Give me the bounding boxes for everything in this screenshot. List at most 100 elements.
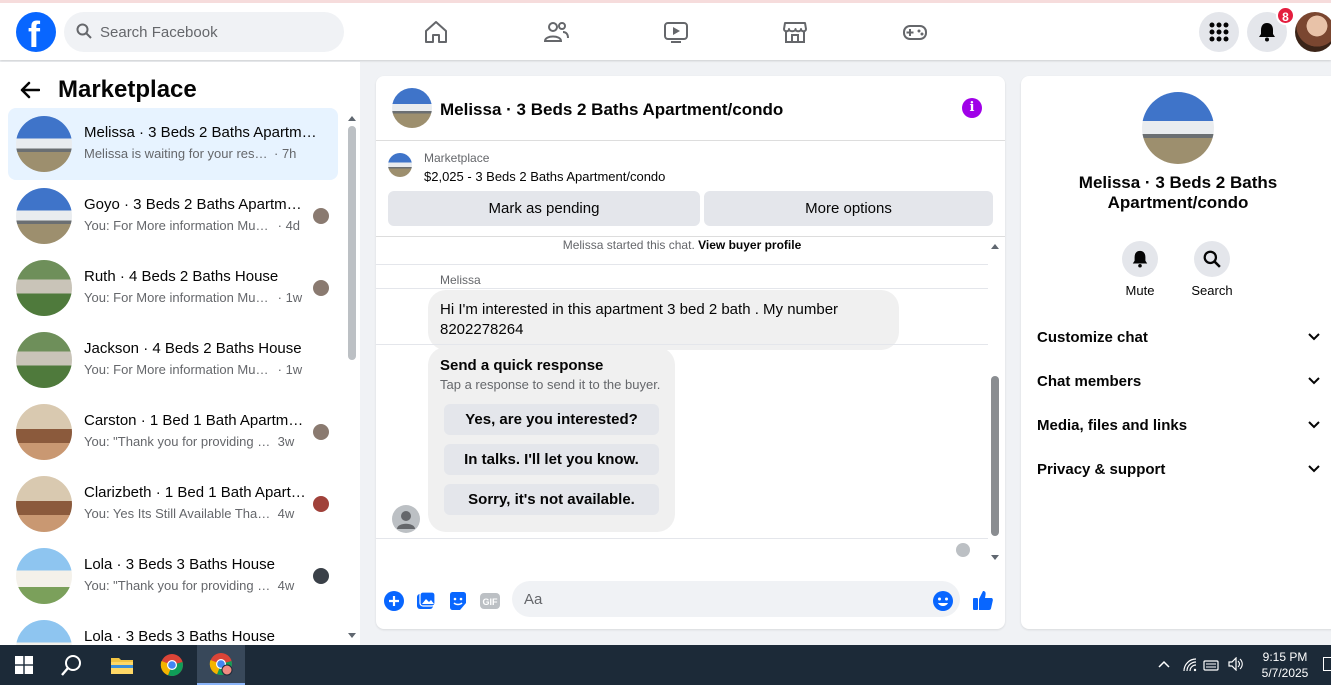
- sticker-icon[interactable]: [448, 591, 468, 611]
- taskbar-clock[interactable]: 9:15 PM 5/7/2025: [1255, 649, 1315, 681]
- conversation-item[interactable]: Melissa · 3 Beds 2 Baths Apartm… Melissa…: [8, 108, 338, 180]
- quick-reply-button[interactable]: Sorry, it's not available.: [444, 484, 659, 515]
- video-icon[interactable]: [663, 19, 689, 45]
- search-input[interactable]: [100, 12, 330, 52]
- info-icon[interactable]: i: [962, 98, 982, 118]
- chat-avatar[interactable]: [392, 88, 432, 128]
- conversation-name: Jackson · 4 Beds 2 Baths House: [84, 340, 302, 357]
- chat-scrollbar[interactable]: [989, 238, 1001, 563]
- search-box[interactable]: [64, 12, 344, 52]
- quick-reply-button[interactable]: In talks. I'll let you know.: [444, 444, 659, 475]
- plus-icon[interactable]: [384, 591, 404, 611]
- chrome-button[interactable]: [148, 645, 196, 685]
- more-options-button[interactable]: More options: [704, 191, 993, 226]
- customize-chat-row[interactable]: Customize chat: [1037, 326, 1321, 350]
- conversation-item[interactable]: Lola · 3 Beds 3 Baths House: [8, 612, 338, 645]
- file-explorer-button[interactable]: [98, 645, 146, 685]
- listing-description[interactable]: $2,025 - 3 Beds 2 Baths Apartment/condo: [424, 169, 665, 184]
- conversation-item[interactable]: Goyo · 3 Beds 2 Baths Apartm… You: For M…: [8, 180, 338, 252]
- mute-button[interactable]: Mute: [1110, 241, 1170, 298]
- profile-avatar[interactable]: [1295, 12, 1331, 52]
- sidebar-header: Marketplace: [20, 76, 197, 104]
- scroll-down-icon[interactable]: [989, 554, 1001, 562]
- conversation-item[interactable]: Jackson · 4 Beds 2 Baths House You: For …: [8, 324, 338, 396]
- message-composer: GIF: [376, 581, 1005, 621]
- conversation-preview: You: "Thank you for providing y… 3w: [84, 434, 295, 449]
- friends-icon[interactable]: [543, 19, 569, 45]
- scroll-up-icon[interactable]: [989, 242, 1001, 250]
- conversation-name: Lola · 3 Beds 3 Baths House: [84, 556, 275, 573]
- listing-thumbnail[interactable]: [388, 153, 412, 177]
- chrome-icon: [209, 653, 233, 676]
- chat-members-row[interactable]: Chat members: [1037, 370, 1321, 394]
- windows-taskbar: 9:15 PM 5/7/2025: [0, 645, 1331, 685]
- sender-avatar[interactable]: [392, 505, 420, 533]
- folder-icon: [111, 658, 133, 674]
- notifications-button[interactable]: 8: [1247, 6, 1295, 52]
- section-label: Customize chat: [1037, 329, 1148, 346]
- scrollbar-thumb[interactable]: [991, 376, 999, 536]
- keyboard-icon[interactable]: [1203, 657, 1221, 671]
- chevron-down-icon: [1308, 465, 1320, 473]
- sidebar-scrollbar[interactable]: [347, 112, 357, 642]
- chat-started-notice: Melissa started this chat. View buyer pr…: [562, 238, 802, 252]
- media-files-links-row[interactable]: Media, files and links: [1037, 414, 1321, 438]
- conversation-preview: You: Yes Its Still Available Thanks… 4w: [84, 506, 295, 521]
- seen-avatar: [313, 568, 329, 584]
- conversation-name: Lola · 3 Beds 3 Baths House: [84, 628, 275, 645]
- details-avatar[interactable]: [1142, 92, 1214, 164]
- conversation-preview: You: For More information Must… · 4d: [84, 218, 301, 233]
- conversation-preview: You: For More information Must… · 1w: [84, 290, 303, 305]
- mark-pending-button[interactable]: Mark as pending: [388, 191, 700, 226]
- emoji-icon[interactable]: [932, 590, 954, 612]
- seen-avatar: [313, 424, 329, 440]
- chat-header: Melissa · 3 Beds 2 Baths Apartment/condo…: [376, 76, 1005, 141]
- message-input[interactable]: [512, 581, 960, 617]
- chevron-down-icon: [1308, 333, 1320, 341]
- wifi-icon[interactable]: [1183, 658, 1197, 672]
- start-button[interactable]: [0, 645, 48, 685]
- marketplace-icon[interactable]: [782, 19, 808, 45]
- chat-title[interactable]: Melissa · 3 Beds 2 Baths Apartment/condo: [440, 100, 783, 120]
- section-label: Media, files and links: [1037, 417, 1188, 434]
- gif-icon[interactable]: GIF: [480, 591, 500, 611]
- conversation-item[interactable]: Lola · 3 Beds 3 Baths House You: "Thank …: [8, 540, 338, 612]
- privacy-support-row[interactable]: Privacy & support: [1037, 458, 1321, 482]
- menu-button[interactable]: [1199, 12, 1239, 52]
- conversation-item[interactable]: Clarizbeth · 1 Bed 1 Bath Apart… You: Ye…: [8, 468, 338, 540]
- conversation-item[interactable]: Ruth · 4 Beds 2 Baths House You: For Mor…: [8, 252, 338, 324]
- view-buyer-profile-link[interactable]: View buyer profile: [698, 238, 801, 252]
- conversation-name: Clarizbeth · 1 Bed 1 Bath Apart…: [84, 484, 306, 501]
- facebook-logo[interactable]: f: [16, 12, 56, 55]
- message-bubble[interactable]: Hi I'm interested in this apartment 3 be…: [428, 290, 899, 350]
- divider: [376, 344, 988, 345]
- search-in-chat-button[interactable]: Search: [1182, 241, 1242, 298]
- photo-icon[interactable]: [416, 591, 436, 611]
- sidebar-title: Marketplace: [58, 76, 197, 103]
- quick-reply-button[interactable]: Yes, are you interested?: [444, 404, 659, 435]
- conversation-name: Ruth · 4 Beds 2 Baths House: [84, 268, 279, 285]
- details-title: Melissa · 3 Beds 2 Baths Apartment/condo: [1078, 173, 1278, 212]
- scroll-up-icon[interactable]: [347, 114, 357, 122]
- bell-icon: [1132, 250, 1148, 268]
- conversation-item[interactable]: Carston · 1 Bed 1 Bath Apartm… You: "Tha…: [8, 396, 338, 468]
- scroll-down-icon[interactable]: [347, 632, 357, 640]
- back-arrow-icon[interactable]: [20, 81, 40, 99]
- listing-thumbnail: [16, 116, 72, 172]
- home-icon[interactable]: [423, 19, 449, 45]
- conversation-name: Goyo · 3 Beds 2 Baths Apartm…: [84, 196, 302, 213]
- listing-thumbnail: [16, 548, 72, 604]
- chevron-up-icon[interactable]: [1158, 660, 1170, 668]
- chrome-profile-button[interactable]: [197, 645, 245, 685]
- volume-icon[interactable]: [1228, 657, 1244, 671]
- clock-time: 9:15 PM: [1262, 650, 1308, 664]
- listing-thumbnail: [16, 404, 72, 460]
- taskbar-search-button[interactable]: [48, 645, 96, 685]
- scrollbar-thumb[interactable]: [348, 126, 356, 360]
- like-icon[interactable]: [972, 589, 994, 611]
- notification-center-icon[interactable]: [1323, 657, 1331, 671]
- listing-source: Marketplace: [424, 151, 490, 165]
- gaming-icon[interactable]: [902, 19, 928, 45]
- chat-panel: Melissa · 3 Beds 2 Baths Apartment/condo…: [376, 76, 1005, 629]
- quick-response-subtitle: Tap a response to send it to the buyer.: [440, 377, 661, 392]
